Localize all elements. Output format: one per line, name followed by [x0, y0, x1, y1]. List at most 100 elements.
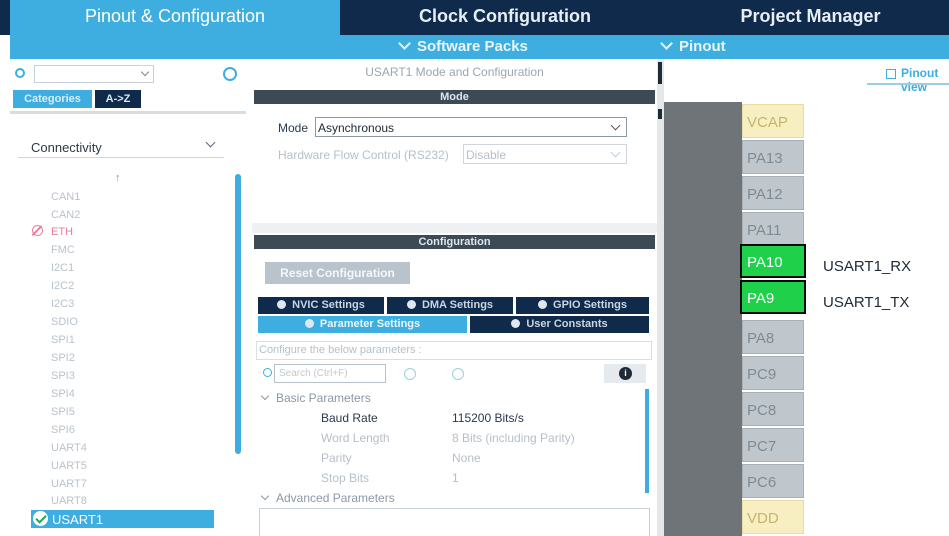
scrollbar[interactable] — [645, 389, 649, 493]
peripheral-item[interactable]: I2C2 — [51, 277, 74, 295]
tab-label: User Constants — [526, 318, 608, 330]
tab-user-constants[interactable]: User Constants — [470, 316, 649, 333]
chevron-down-icon — [610, 147, 621, 158]
search-icon — [15, 68, 25, 78]
param-name: Word Length — [321, 431, 390, 445]
chevron-down-icon — [610, 120, 621, 131]
pinout-view-tab[interactable]: Pinout view — [901, 66, 949, 94]
peripheral-item[interactable]: SPI5 — [51, 403, 75, 421]
peripheral-item[interactable]: I2C3 — [51, 295, 74, 313]
mode-select[interactable]: Asynchronous — [315, 117, 627, 137]
peripheral-item[interactable]: ETH — [51, 223, 73, 241]
peripheral-item[interactable]: FMC — [51, 241, 75, 259]
peripheral-item[interactable]: UART5 — [51, 457, 87, 475]
pin-pa12[interactable]: PA12 — [742, 176, 804, 210]
flow-control-select[interactable]: Disable — [463, 144, 627, 164]
settings-dot-icon — [304, 319, 314, 328]
peripheral-item[interactable]: UART4 — [51, 439, 87, 457]
peripheral-item[interactable]: SDIO — [51, 313, 78, 331]
category-label: Connectivity — [31, 140, 102, 155]
param-name: Stop Bits — [321, 471, 370, 485]
peripheral-item[interactable]: CAN2 — [51, 206, 80, 224]
chevron-down-icon — [260, 391, 270, 401]
tab-a-z[interactable]: A->Z — [95, 90, 141, 108]
sort-arrow-icon[interactable]: ↑ — [115, 172, 121, 184]
pin-pc9[interactable]: PC9 — [742, 356, 804, 390]
peripheral-item[interactable]: UART8 — [51, 492, 87, 510]
peripheral-item[interactable]: SPI4 — [51, 385, 75, 403]
selected-peripheral-label: USART1 — [52, 512, 104, 527]
panel-splitter[interactable] — [252, 223, 657, 233]
tab-categories[interactable]: Categories — [13, 90, 92, 108]
panel-divider[interactable] — [657, 59, 664, 536]
software-packs-label: Software Packs — [417, 38, 528, 55]
tab-pinout-configuration[interactable]: Pinout & Configuration — [10, 0, 340, 35]
param-value[interactable]: None — [452, 451, 481, 465]
tab-parameter-settings[interactable]: Parameter Settings — [258, 316, 467, 333]
category-search-combo[interactable] — [34, 65, 154, 83]
pinout-view-panel: Pinout view VCAP PA13 PA12 PA11 PA10 PA9… — [664, 59, 949, 536]
flow-control-label: Hardware Flow Control (RS232) — [278, 148, 449, 162]
tab-project-manager[interactable]: Project Manager — [672, 0, 949, 35]
group-advanced-parameters[interactable]: Advanced Parameters — [260, 491, 395, 505]
reset-configuration-button[interactable]: Reset Configuration — [265, 262, 410, 284]
peripheral-item[interactable]: SPI3 — [51, 367, 75, 385]
search-next-icon[interactable] — [452, 368, 464, 380]
settings-dot-icon — [511, 319, 521, 328]
settings-dot-icon — [538, 300, 548, 309]
pinout-menu[interactable]: Pinout — [660, 37, 726, 55]
signal-label-tx: USART1_TX — [823, 294, 910, 311]
tab-clock-configuration[interactable]: Clock Configuration — [342, 0, 668, 35]
param-value[interactable]: 8 Bits (including Parity) — [452, 431, 575, 445]
group-basic-parameters[interactable]: Basic Parameters — [260, 391, 371, 405]
tab-gpio-settings[interactable]: GPIO Settings — [516, 297, 649, 314]
pin-pa13[interactable]: PA13 — [742, 140, 804, 174]
peripheral-item[interactable]: I2C1 — [51, 259, 74, 277]
mode-configuration-panel: USART1 Mode and Configuration Mode Mode … — [252, 59, 657, 536]
info-icon: i — [619, 367, 632, 380]
peripheral-item[interactable]: UART7 — [51, 475, 87, 493]
mode-header: Mode — [254, 90, 655, 104]
collapse-handle-icon[interactable] — [658, 62, 662, 84]
collapse-handle-icon[interactable] — [658, 109, 662, 119]
tab-nvic-settings[interactable]: NVIC Settings — [258, 297, 384, 314]
pinout-menu-label: Pinout — [679, 38, 726, 55]
peripheral-item[interactable]: SPI1 — [51, 331, 75, 349]
panel-title: USART1 Mode and Configuration — [365, 65, 544, 79]
search-icon — [263, 368, 272, 377]
pin-pa10[interactable]: PA10 — [740, 244, 806, 278]
tab-dma-settings[interactable]: DMA Settings — [387, 297, 513, 314]
pin-pc7[interactable]: PC7 — [742, 428, 804, 462]
param-value[interactable]: 115200 Bits/s — [452, 411, 524, 425]
category-connectivity[interactable]: Connectivity — [18, 133, 224, 158]
gear-icon[interactable] — [223, 67, 237, 81]
pin-pc6[interactable]: PC6 — [742, 464, 804, 498]
param-name: Baud Rate — [321, 411, 378, 425]
pin-pa11[interactable]: PA11 — [742, 212, 804, 246]
tab-underline — [867, 83, 949, 85]
sub-menu-bar: Software Packs Pinout — [10, 35, 949, 59]
settings-dot-icon — [406, 300, 416, 309]
top-tab-bar: Pinout & Configuration Clock Configurati… — [0, 0, 949, 35]
configuration-header: Configuration — [254, 235, 655, 249]
peripheral-item[interactable]: SPI2 — [51, 349, 75, 367]
peripheral-item[interactable]: CAN1 — [51, 188, 80, 206]
param-value[interactable]: 1 — [452, 471, 459, 485]
info-button[interactable]: i — [604, 364, 646, 383]
parameter-search-input[interactable]: Search (Ctrl+F) — [274, 364, 386, 383]
pin-pc8[interactable]: PC8 — [742, 392, 804, 426]
signal-label-rx: USART1_RX — [823, 258, 912, 275]
peripheral-item-selected[interactable]: USART1 — [31, 510, 214, 528]
param-name: Parity — [321, 451, 352, 465]
software-packs-menu[interactable]: Software Packs — [398, 37, 528, 55]
left-panel: Categories A->Z Connectivity ↑ CAN1 CAN2… — [10, 59, 246, 536]
configure-hint: Configure the below parameters : — [256, 341, 652, 360]
scrollbar[interactable] — [235, 174, 241, 454]
search-previous-icon[interactable] — [404, 368, 416, 380]
peripheral-item[interactable]: SPI6 — [51, 421, 75, 439]
pin-pa9[interactable]: PA9 — [740, 280, 806, 314]
pin-vcap[interactable]: VCAP — [742, 104, 804, 138]
pin-vdd[interactable]: VDD — [742, 500, 804, 534]
pin-pa8[interactable]: PA8 — [742, 320, 804, 354]
chip-body — [664, 102, 742, 536]
